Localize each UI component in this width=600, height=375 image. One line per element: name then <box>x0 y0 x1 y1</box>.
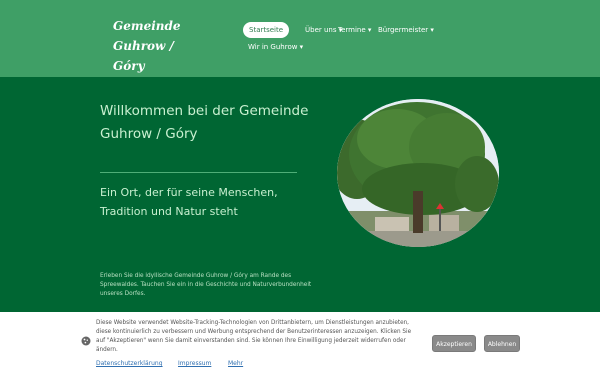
more-link[interactable]: Mehr <box>228 359 243 368</box>
imprint-link[interactable]: Impressum <box>178 359 211 368</box>
site-logo[interactable]: Gemeinde Guhrow / Góry <box>113 16 223 76</box>
cookie-icon <box>81 336 91 346</box>
nav-item-termine[interactable]: Termine ▾ <box>332 22 377 38</box>
oak-tree-photo <box>337 99 499 247</box>
oak-tree-illustration <box>337 99 499 247</box>
hero-section: Willkommen bei der Gemeinde Guhrow / Gór… <box>0 77 600 317</box>
nav-item-buergermeister[interactable]: Bürgermeister ▾ <box>372 22 440 38</box>
cookie-consent-text: Diese Website verwendet Website-Tracking… <box>96 320 412 353</box>
nav-item-wir-in-guhrow[interactable]: Wir in Guhrow ▾ <box>242 39 309 55</box>
privacy-policy-link[interactable]: Datenschutzerklärung <box>96 359 163 368</box>
hero-body-text: Erleben Sie die idyllische Gemeinde Guhr… <box>100 273 312 297</box>
nav-item-startseite[interactable]: Startseite <box>243 22 290 38</box>
accept-button[interactable]: Akzeptieren <box>432 335 476 352</box>
hero-divider <box>100 172 297 173</box>
hero-subtitle: Ein Ort, der für seine Menschen, Traditi… <box>100 186 278 218</box>
hero-title: Willkommen bei der Gemeinde Guhrow / Gór… <box>100 103 309 142</box>
logo-line1: Gemeinde Guhrow / <box>113 19 181 53</box>
site-header: Gemeinde Guhrow / Góry Startseite Über u… <box>0 0 600 77</box>
cookie-banner: Diese Website verwendet Website-Tracking… <box>0 312 600 375</box>
decline-button[interactable]: Ablehnen <box>484 335 520 352</box>
logo-line2: Góry <box>113 59 145 73</box>
